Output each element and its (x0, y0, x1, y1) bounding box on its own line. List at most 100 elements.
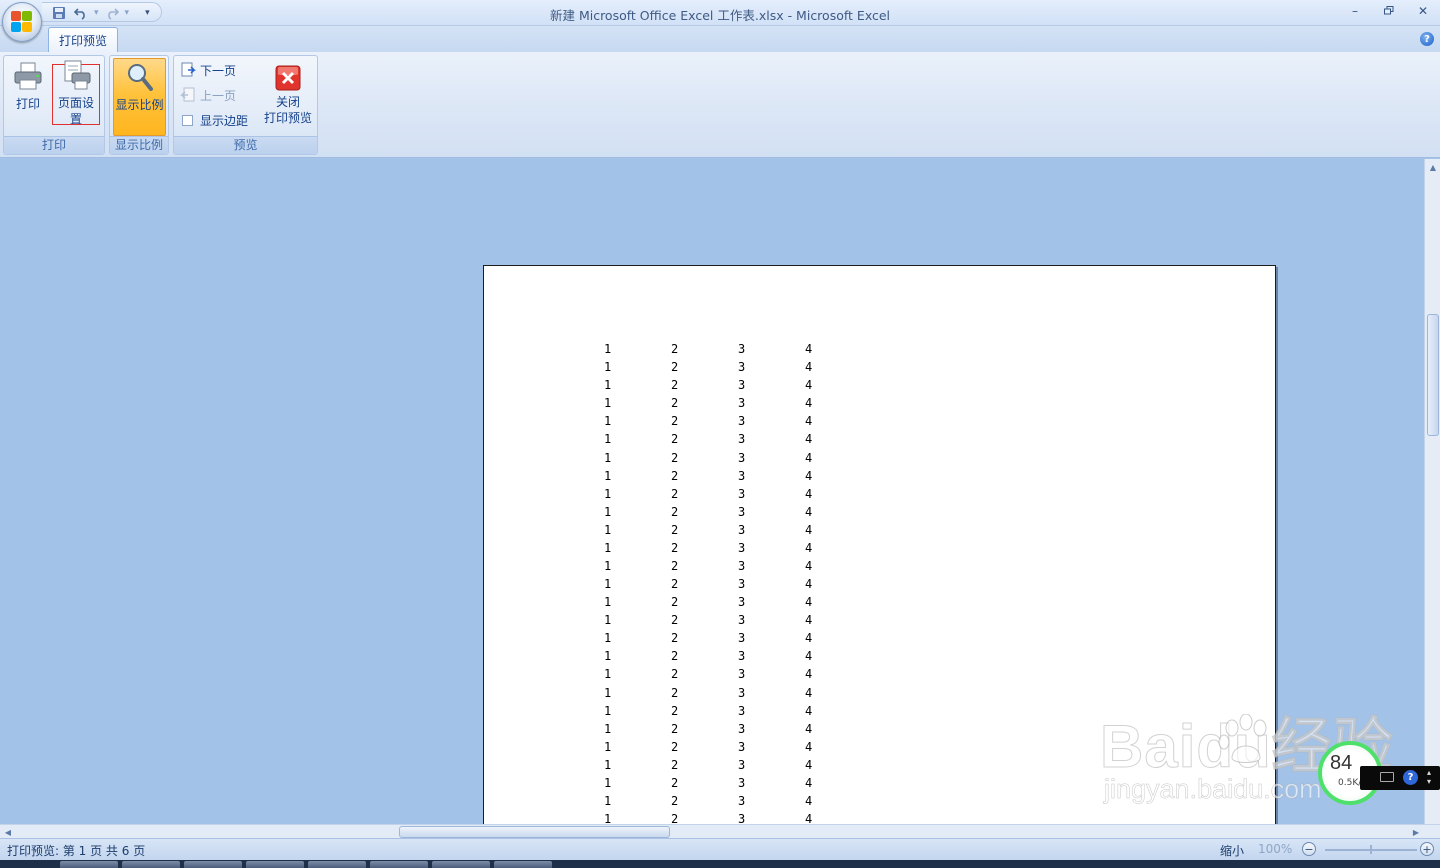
table-cell: 2 (671, 649, 679, 664)
print-preview-area[interactable]: 1 2 3 4 1 2 3 4 1 2 3 4 1 2 3 4 1 2 3 4 1 2 3 4 1 2 3 4 1 2 3 4 1 2 3 4 1 2 3 4… (0, 159, 1424, 824)
table-cell: 1 (604, 486, 612, 501)
status-bar: 打印预览: 第 1 页 共 6 页 缩小 100% − + (0, 838, 1440, 860)
table-cell: 3 (738, 613, 746, 628)
table-cell: 2 (671, 522, 679, 537)
close-preview-icon (274, 64, 302, 92)
scroll-up-icon[interactable]: ▲ (1425, 159, 1440, 175)
table-cell: 3 (738, 360, 746, 375)
table-cell: 3 (738, 649, 746, 664)
table-cell: 1 (604, 577, 612, 592)
taskbar-item[interactable] (432, 861, 490, 868)
table-cell: 4 (805, 468, 813, 483)
ime-options-icon[interactable]: ▴ ▾ (1427, 768, 1431, 786)
close-preview-label-line2: 打印预览 (263, 111, 312, 125)
taskbar-item[interactable] (308, 861, 366, 868)
table-cell: 3 (738, 432, 746, 447)
table-cell: 3 (738, 540, 746, 555)
table-cell: 1 (604, 396, 612, 411)
next-page-label: 下一页 (200, 63, 237, 78)
title-bar: ▾ ▾ ▾ 新建 Microsoft Office Excel 工作表.xlsx… (0, 0, 1440, 26)
table-cell: 4 (805, 414, 813, 429)
table-cell: 3 (738, 667, 746, 682)
table-cell: 3 (738, 378, 746, 393)
table-cell: 2 (671, 721, 679, 736)
table-row: 1 2 3 4 (604, 738, 872, 756)
table-cell: 1 (604, 631, 612, 646)
ribbon-tab-row: 打印预览 ? (0, 26, 1440, 53)
zoom-percent[interactable]: 100% (1258, 842, 1292, 856)
help-icon[interactable]: ? (1420, 32, 1434, 46)
taskbar-item[interactable] (246, 861, 304, 868)
print-button[interactable]: 打印 (8, 58, 48, 112)
minimize-icon[interactable]: – (1338, 0, 1372, 22)
vertical-scroll-thumb[interactable] (1427, 314, 1439, 436)
checkbox[interactable] (182, 114, 193, 126)
table-cell: 1 (604, 558, 612, 573)
preview-group: 下一页 上一页 显示边距 关闭 打印预览 预览 (173, 55, 318, 155)
table-cell: 1 (604, 812, 612, 824)
zoom-group: 显示比例 显示比例 (109, 55, 169, 155)
table-row: 1 2 3 4 (604, 430, 872, 448)
table-cell: 3 (738, 595, 746, 610)
zoom-out-minus-icon[interactable]: − (1302, 842, 1316, 856)
table-cell: 2 (671, 558, 679, 573)
horizontal-scrollbar[interactable]: ◀ ▶ (0, 824, 1440, 838)
zoom-button[interactable]: 显示比例 (113, 58, 166, 136)
restore-icon[interactable] (1372, 0, 1406, 22)
taskbar-item[interactable] (60, 861, 118, 868)
table-cell: 1 (604, 522, 612, 537)
scroll-left-icon[interactable]: ◀ (0, 825, 16, 839)
table-cell: 1 (604, 504, 612, 519)
tab-print-preview[interactable]: 打印预览 (48, 27, 118, 53)
table-cell: 3 (738, 342, 746, 357)
previous-page-button[interactable]: 上一页 (180, 85, 236, 105)
table-cell: 4 (805, 486, 813, 501)
taskbar-item[interactable] (370, 861, 428, 868)
table-cell: 3 (738, 577, 746, 592)
table-cell: 1 (604, 595, 612, 610)
taskbar-item[interactable] (184, 861, 242, 868)
ime-help-icon[interactable]: ? (1403, 770, 1418, 785)
table-cell: 2 (671, 414, 679, 429)
table-cell: 2 (671, 342, 679, 357)
zoom-magnifier-icon (124, 61, 156, 93)
close-print-preview-button[interactable]: 关闭 打印预览 (260, 62, 316, 126)
table-cell: 4 (805, 342, 813, 357)
table-cell: 1 (604, 540, 612, 555)
table-cell: 2 (671, 793, 679, 808)
zoom-in-plus-icon[interactable]: + (1420, 842, 1434, 856)
zoom-out-link[interactable]: 缩小 (1220, 842, 1244, 859)
table-cell: 1 (604, 450, 612, 465)
ime-toolbar[interactable]: ? ▴ ▾ (1360, 766, 1440, 790)
show-margins-checkbox[interactable]: 显示边距 (182, 110, 248, 130)
table-cell: 1 (604, 468, 612, 483)
print-group-label: 打印 (4, 136, 104, 154)
print-group: 打印 页面设置 打印 (3, 55, 105, 155)
taskbar-item[interactable] (122, 861, 180, 868)
page-setup-icon (60, 59, 92, 91)
next-page-button[interactable]: 下一页 (180, 60, 236, 80)
table-cell: 4 (805, 649, 813, 664)
table-row: 1 2 3 4 (604, 702, 872, 720)
preview-group-label: 预览 (174, 136, 317, 154)
scroll-right-icon[interactable]: ▶ (1408, 825, 1424, 839)
table-cell: 1 (604, 757, 612, 772)
vertical-scrollbar[interactable]: ▲ (1424, 159, 1440, 824)
office-button[interactable] (2, 2, 42, 42)
close-preview-label-line1: 关闭 (275, 95, 300, 109)
table-cell: 3 (738, 396, 746, 411)
preview-page: 1 2 3 4 1 2 3 4 1 2 3 4 1 2 3 4 1 2 3 4 1 2 3 4 1 2 3 4 1 2 3 4 1 2 3 4 1 2 3 4… (483, 265, 1276, 824)
table-cell: 4 (805, 775, 813, 790)
table-cell: 1 (604, 685, 612, 700)
table-cell: 3 (738, 721, 746, 736)
taskbar-item[interactable] (494, 861, 552, 868)
table-cell: 4 (805, 540, 813, 555)
network-widget-value: 84 (1330, 752, 1353, 774)
keyboard-icon[interactable] (1380, 772, 1394, 782)
horizontal-scroll-thumb[interactable] (399, 826, 670, 838)
table-row: 1 2 3 4 (604, 611, 872, 629)
table-cell: 1 (604, 721, 612, 736)
close-icon[interactable]: ✕ (1406, 0, 1440, 22)
page-setup-button[interactable]: 页面设置 (52, 60, 100, 126)
table-cell: 3 (738, 558, 746, 573)
